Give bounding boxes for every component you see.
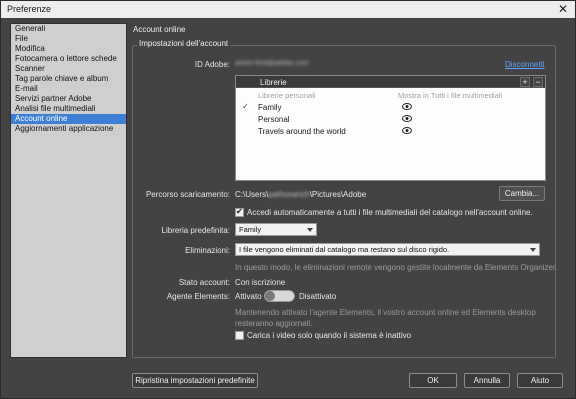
toggle-knob <box>265 291 275 301</box>
download-path-value: C:\Users\pathorwrich\Pictures\Adobe <box>235 190 366 199</box>
column-show-in-all: Mostra in Tutti i file multimediali <box>398 91 503 100</box>
library-name: Personal <box>258 115 290 124</box>
agent-note-line1: Mantenendo attivato l'agente Elements, i… <box>235 308 536 317</box>
deletions-select[interactable]: I file vengono eliminati dal catalogo ma… <box>235 243 540 256</box>
default-library-value: Family <box>239 225 262 234</box>
library-row-travels[interactable]: Travels around the world <box>236 125 545 137</box>
adobe-id-label: ID Adobe: <box>194 60 230 69</box>
eye-icon[interactable] <box>402 127 412 136</box>
agent-label: Agente Elements: <box>166 292 230 301</box>
sidebar-item-tag[interactable]: Tag parole chiave e album <box>11 74 126 84</box>
library-row-family[interactable]: ✓ Family <box>236 101 545 113</box>
library-name: Family <box>258 103 282 112</box>
sidebar-item-email[interactable]: E-mail <box>11 84 126 94</box>
default-library-select[interactable]: Family <box>235 223 317 236</box>
agent-on-label: Attivato <box>235 292 262 301</box>
download-path-label: Percorso scaricamento: <box>145 190 230 199</box>
window-title: Preferenze <box>7 4 52 14</box>
idle-upload-label: Carica i video solo quando il sistema è … <box>247 331 412 340</box>
panel-title: Account online <box>133 25 186 34</box>
chevron-down-icon <box>530 248 536 252</box>
libraries-columns: Librerie personali Mostra in Tutti i fil… <box>236 90 545 101</box>
account-status-label: Stato account: <box>178 278 230 287</box>
sidebar-item-analisi[interactable]: Analisi file multimediali <box>11 104 126 114</box>
sidebar-item-modifica[interactable]: Modifica <box>11 44 126 54</box>
default-library-label: Libreria predefinita: <box>161 226 230 235</box>
libraries-list: Librerie + − Librerie personali Mostra i… <box>235 75 546 181</box>
libraries-header-label: Librerie <box>260 78 287 87</box>
column-personal-libraries: Librerie personali <box>258 91 316 100</box>
add-library-icon[interactable]: + <box>520 77 530 87</box>
group-title: Impostazioni dell'account <box>137 39 231 48</box>
preferences-dialog: Preferenze ✕ Generali File Modifica Foto… <box>0 0 576 399</box>
auto-access-label: Accedi automaticamente a tutti i file mu… <box>247 208 533 217</box>
sidebar-item-servizi[interactable]: Servizi partner Adobe <box>11 94 126 104</box>
cancel-button[interactable]: Annulla <box>464 373 510 388</box>
remove-library-icon[interactable]: − <box>533 77 543 87</box>
adobe-id-value: anish+first@adobe.com <box>235 60 309 67</box>
agent-note-line2: resteranno aggiornati. <box>235 319 313 328</box>
auto-access-checkbox[interactable] <box>235 207 244 217</box>
download-path-user: pathorwrich <box>268 190 310 199</box>
library-row-personal[interactable]: Personal <box>236 113 545 125</box>
reset-defaults-button[interactable]: Ripristina impostazioni predefinite <box>132 373 258 388</box>
sidebar-item-file[interactable]: File <box>11 34 126 44</box>
ok-button[interactable]: OK <box>409 373 457 388</box>
library-name: Travels around the world <box>258 127 346 136</box>
libraries-header: Librerie + − <box>236 76 545 88</box>
selected-check-icon: ✓ <box>242 102 249 111</box>
deletions-value: I file vengono eliminati dal catalogo ma… <box>239 245 450 254</box>
close-icon[interactable]: ✕ <box>556 2 570 16</box>
chevron-down-icon <box>307 228 313 232</box>
agent-off-label: Disattivato <box>299 292 337 301</box>
sidebar-item-generali[interactable]: Generali <box>11 24 126 34</box>
account-status-value: Con iscrizione <box>235 278 286 287</box>
help-button[interactable]: Aiuto <box>517 373 563 388</box>
title-bar: Preferenze ✕ <box>1 1 575 18</box>
sidebar-item-fotocamera[interactable]: Fotocamera o lettore schede <box>11 54 126 64</box>
download-path-suffix: \Pictures\Adobe <box>309 190 367 199</box>
sidebar-item-account-online[interactable]: Account online <box>11 114 126 124</box>
deletions-label: Eliminazioni: <box>185 246 230 255</box>
sidebar-item-aggiornamenti[interactable]: Aggiornamenti applicazione <box>11 124 126 134</box>
eye-icon[interactable] <box>402 103 412 112</box>
preferences-sidebar: Generali File Modifica Fotocamera o lett… <box>10 23 127 358</box>
agent-toggle[interactable] <box>264 290 295 302</box>
disconnect-link[interactable]: Disconnetti <box>505 60 545 69</box>
download-path-prefix: C:\Users\ <box>235 190 269 199</box>
sidebar-item-scanner[interactable]: Scanner <box>11 64 126 74</box>
change-path-button[interactable]: Cambia... <box>499 186 545 201</box>
eye-icon[interactable] <box>402 115 412 124</box>
deletions-note: In questo modo, le eliminazioni remote v… <box>235 263 558 272</box>
idle-upload-checkbox[interactable] <box>235 331 244 340</box>
